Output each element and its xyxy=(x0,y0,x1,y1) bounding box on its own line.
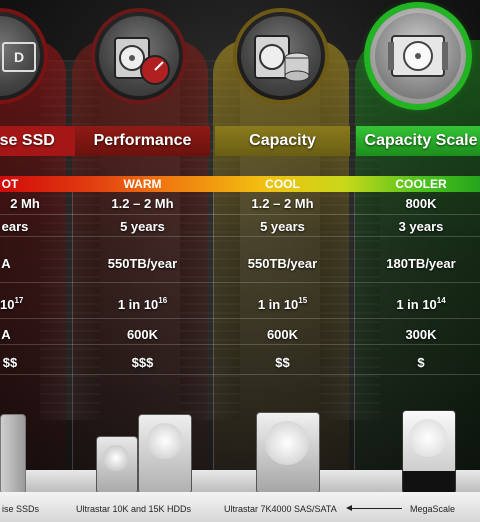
column-divider xyxy=(213,192,214,482)
capacity-drive-database-icon xyxy=(237,12,325,100)
temp-label-hot: OT xyxy=(1,177,19,191)
cell-load-cycles-capacity-scale: 300K xyxy=(405,327,437,342)
cell-workload-capacity-scale: 180TB/year xyxy=(386,256,456,271)
caption-megascale: MegaScale xyxy=(410,504,456,514)
performance-drive-gauge-icon xyxy=(95,12,183,100)
performance-drive-image-small xyxy=(96,436,138,494)
cell-load-cycles-ssd: A xyxy=(1,327,11,342)
caption-capacity: Ultrastar 7K4000 SAS/SATA xyxy=(224,504,337,514)
cell-cost-performance: $$$ xyxy=(131,355,154,370)
cell-warranty-capacity: 5 years xyxy=(260,219,305,234)
cell-mtbf-performance: 1.2 – 2 Mh xyxy=(111,196,174,211)
cell-mtbf-capacity-scale: 800K xyxy=(405,196,437,211)
cell-cost-capacity-scale: $ xyxy=(417,355,425,370)
caption-performance: Ultrastar 10K and 15K HDDs xyxy=(76,504,192,514)
column-header-ssd: ise SSD xyxy=(0,126,80,156)
cell-load-cycles-capacity: 600K xyxy=(266,327,299,342)
column-header-performance: Performance xyxy=(75,126,210,156)
cell-error-rate-performance: 1 in 1016 xyxy=(117,296,168,312)
cell-warranty-capacity-scale: 3 years xyxy=(398,219,444,234)
cell-cost-capacity: $$ xyxy=(275,355,290,370)
capacity-scale-drive-icon xyxy=(370,8,466,104)
temp-label-warm: WARM xyxy=(123,177,162,191)
performance-drive-image-large xyxy=(138,414,192,494)
ssd-icon-label: D xyxy=(2,42,36,72)
cell-mtbf-capacity: 1.2 – 2 Mh xyxy=(251,196,314,211)
left-arrow-icon xyxy=(346,505,402,511)
cell-cost-ssd: $$ xyxy=(2,355,18,370)
temp-label-cool: COOL xyxy=(265,177,300,191)
cell-warranty-ssd: ears xyxy=(1,219,29,234)
megascale-drive-image xyxy=(402,410,456,494)
cell-warranty-performance: 5 years xyxy=(120,219,165,234)
cell-error-rate-capacity: 1 in 1015 xyxy=(257,296,308,312)
cell-error-rate-ssd: 1017 xyxy=(0,296,24,312)
cell-error-rate-capacity-scale: 1 in 1014 xyxy=(396,296,446,312)
storage-tier-comparison: D ise SSD Performance Capacity Capacity … xyxy=(0,0,480,522)
column-divider xyxy=(354,192,355,482)
column-header-capacity-scale: Capacity Scale xyxy=(356,126,480,156)
cell-workload-performance: 550TB/year xyxy=(107,256,178,271)
column-header-capacity: Capacity xyxy=(215,126,350,156)
ssd-drive-image xyxy=(0,414,26,494)
temp-label-cooler: COOLER xyxy=(395,177,447,191)
cell-mtbf-ssd: 2 Mh xyxy=(10,196,40,211)
capacity-drive-image xyxy=(256,412,320,494)
cell-workload-ssd: A xyxy=(1,256,11,271)
cell-workload-capacity: 550TB/year xyxy=(247,256,318,271)
caption-ssd: ise SSDs xyxy=(2,504,40,514)
cell-load-cycles-performance: 600K xyxy=(126,327,159,342)
column-divider xyxy=(72,192,73,482)
